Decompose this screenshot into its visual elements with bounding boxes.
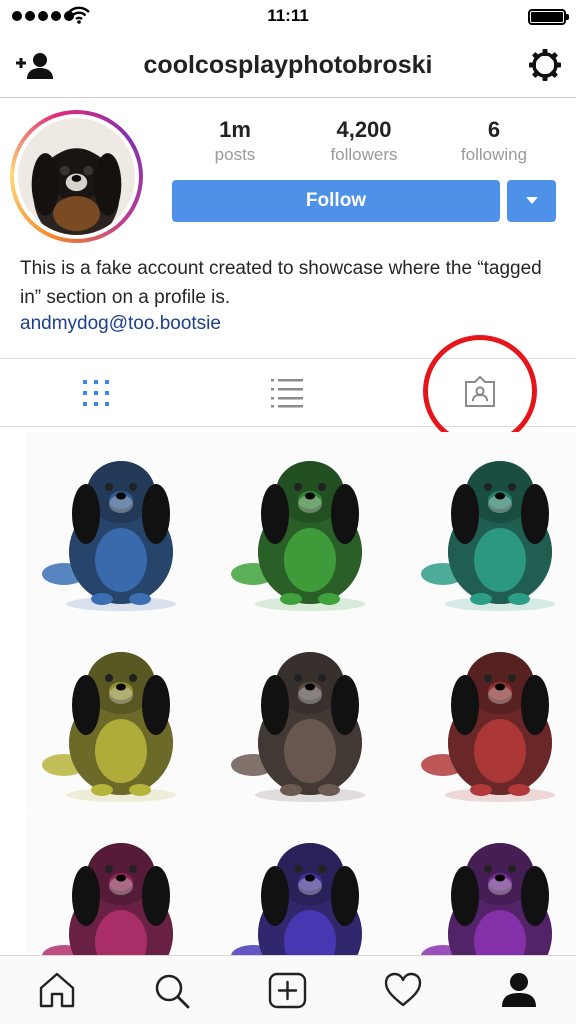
posts-count: 1m <box>219 117 251 142</box>
profile-header-bar: coolcosplayphotobroski <box>0 34 576 98</box>
grid-photo[interactable] <box>405 432 576 622</box>
grid-photo[interactable] <box>405 814 576 955</box>
grid-photo[interactable] <box>26 623 216 813</box>
suggested-accounts-dropdown-button[interactable] <box>507 180 556 222</box>
profile-icon[interactable] <box>500 972 538 1008</box>
followers-label: followers <box>330 145 398 164</box>
grid-photo[interactable] <box>215 432 405 622</box>
avatar[interactable] <box>10 110 143 243</box>
grid-photo[interactable] <box>215 814 405 955</box>
photo-grid <box>0 428 576 955</box>
followers-stat[interactable]: 4,200 followers <box>299 117 429 165</box>
page-title: coolcosplayphotobroski <box>143 51 433 79</box>
clock: 11:11 <box>267 6 309 25</box>
following-label: following <box>460 145 528 164</box>
follow-button[interactable]: Follow <box>172 180 500 222</box>
list-icon[interactable] <box>271 378 303 408</box>
followers-count: 4,200 <box>336 117 392 142</box>
following-stat[interactable]: 6 following <box>429 117 559 165</box>
battery-icon <box>528 9 569 25</box>
bio-link[interactable]: andmydog@too.bootsie <box>20 313 221 335</box>
bottom-tab-bar <box>0 955 576 1024</box>
status-bar: 11:11 <box>0 0 576 34</box>
search-icon[interactable] <box>153 972 191 1010</box>
following-count: 6 <box>487 117 501 142</box>
posts-label: posts <box>214 145 256 164</box>
grid-icon[interactable] <box>82 379 110 407</box>
avatar-photo <box>18 118 135 235</box>
grid-photo[interactable] <box>26 814 216 955</box>
posts-stat: 1m posts <box>170 117 300 165</box>
gear-icon[interactable] <box>528 48 562 82</box>
grid-photo[interactable] <box>215 623 405 813</box>
grid-photo[interactable] <box>405 623 576 813</box>
home-icon[interactable] <box>38 972 76 1008</box>
grid-photo[interactable] <box>26 432 216 622</box>
add-post-icon[interactable] <box>268 972 308 1010</box>
activity-heart-icon[interactable] <box>384 972 422 1008</box>
bio-text: This is a fake account created to showca… <box>20 258 542 308</box>
